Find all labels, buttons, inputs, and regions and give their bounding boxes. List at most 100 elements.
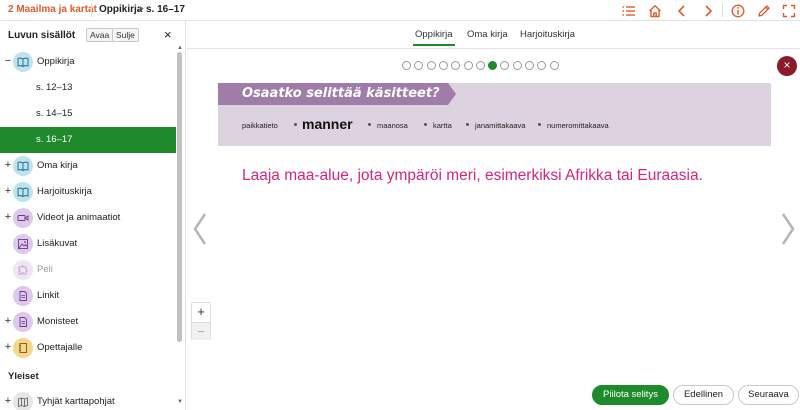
word-separator — [538, 123, 541, 126]
concept-word[interactable]: numeromittakaava — [547, 121, 609, 130]
concept-word[interactable]: kartta — [433, 121, 452, 130]
book-icon — [13, 182, 33, 202]
concept-word[interactable]: maanosa — [377, 121, 408, 130]
previous-button[interactable]: Edellinen — [673, 385, 734, 405]
sidebar-item-opettajalle[interactable]: + Opettajalle — [0, 335, 176, 361]
puzzle-icon — [13, 260, 33, 280]
zoom-out-button[interactable]: − — [192, 322, 210, 340]
sidebar-item-label: Peli — [37, 264, 53, 275]
document-icon — [13, 286, 33, 306]
page-dot[interactable] — [512, 61, 522, 70]
document-icon — [13, 312, 33, 332]
sidebar: Luvun sisällöt Avaa Sulje × − Oppikirja … — [0, 21, 186, 410]
zoom-in-button[interactable]: + — [192, 303, 210, 321]
sidebar-item-page-14-15[interactable]: s. 14–15 — [0, 101, 176, 127]
sidebar-item-oppikirja[interactable]: − Oppikirja — [0, 49, 176, 75]
breadcrumb-page: s. 16–17 — [146, 4, 185, 15]
page-dot[interactable] — [549, 61, 559, 70]
expand-all-button[interactable]: Avaa — [86, 28, 114, 42]
collapse-all-button[interactable]: Sulje — [112, 28, 139, 42]
tab-oppikirja[interactable]: Oppikirja — [413, 29, 454, 46]
scroll-down-arrow[interactable]: ▼ — [177, 399, 183, 405]
expand-toggle[interactable]: + — [3, 159, 13, 171]
page-dot[interactable] — [475, 61, 485, 70]
card-title: Osaatko selittää käsitteet? — [218, 83, 456, 105]
sidebar-item-label: Oppikirja — [37, 56, 75, 67]
page-dot[interactable] — [525, 61, 534, 70]
video-icon — [13, 208, 33, 228]
list-icon[interactable] — [620, 2, 638, 19]
concept-word-highlighted[interactable]: manner — [302, 116, 353, 132]
word-separator — [466, 123, 469, 126]
chevron-right-icon[interactable] — [699, 2, 717, 19]
breadcrumb-book[interactable]: Oppikirja — [99, 4, 142, 15]
hide-explanation-button[interactable]: Piilota selitys — [592, 385, 669, 405]
sidebar-item-harjoituskirja[interactable]: + Harjoituskirja — [0, 179, 176, 205]
page-dot[interactable] — [438, 61, 448, 70]
binder-icon — [13, 338, 33, 358]
breadcrumb-chapter[interactable]: 2 Maailma ja kartat — [8, 4, 97, 15]
sidebar-item-page-16-17[interactable]: s. 16–17 — [0, 127, 176, 153]
pen-icon[interactable] — [755, 2, 773, 19]
toolbar-divider — [722, 3, 723, 17]
word-separator — [368, 123, 371, 126]
sidebar-item-oma-kirja[interactable]: + Oma kirja — [0, 153, 176, 179]
expand-toggle[interactable]: + — [3, 395, 13, 407]
sidebar-item-label: Videot ja animaatiot — [37, 212, 121, 223]
sidebar-item-page-12-13[interactable]: s. 12–13 — [0, 75, 176, 101]
expand-toggle[interactable]: + — [3, 315, 13, 327]
sidebar-item-videot[interactable]: + Videot ja animaatiot — [0, 205, 176, 231]
expand-toggle[interactable]: + — [3, 341, 13, 353]
scroll-up-arrow[interactable]: ▲ — [177, 45, 183, 51]
sidebar-item-label: s. 12–13 — [36, 82, 73, 93]
sidebar-item-label: Lisäkuvat — [37, 238, 78, 249]
sidebar-scrollbar[interactable] — [177, 52, 182, 342]
sidebar-item-monisteet[interactable]: + Monisteet — [0, 309, 176, 335]
page-dot[interactable] — [500, 61, 510, 70]
page-dot[interactable] — [402, 61, 411, 70]
next-arrow-icon[interactable] — [780, 212, 796, 246]
sidebar-item-label: s. 14–15 — [36, 108, 73, 119]
collapse-toggle[interactable]: − — [3, 55, 13, 67]
fullscreen-icon[interactable] — [780, 2, 798, 19]
expand-toggle[interactable]: + — [3, 185, 13, 197]
map-icon — [13, 392, 33, 410]
sidebar-item-lisakuvat[interactable]: Lisäkuvat — [0, 231, 176, 257]
expand-toggle[interactable]: + — [3, 211, 13, 223]
page-dot[interactable] — [426, 61, 436, 70]
tab-harjoituskirja[interactable]: Harjoituskirja — [520, 29, 575, 40]
sidebar-item-linkit[interactable]: Linkit — [0, 283, 176, 309]
close-overlay-button[interactable]: × — [777, 56, 797, 76]
home-icon[interactable] — [646, 2, 664, 19]
sidebar-item-label: s. 16–17 — [36, 134, 73, 145]
image-icon — [13, 234, 33, 254]
concept-word[interactable]: paikkatieto — [242, 121, 278, 130]
sidebar-item-label: Oma kirja — [37, 160, 78, 171]
book-icon — [13, 52, 33, 72]
sidebar-item-peli: Peli — [0, 257, 176, 283]
page-dot[interactable] — [451, 61, 461, 70]
chevron-left-icon[interactable] — [673, 2, 691, 19]
page-dot[interactable] — [537, 61, 547, 70]
info-icon[interactable] — [729, 2, 747, 19]
sidebar-item-label: Opettajalle — [37, 342, 83, 353]
page-dot-current[interactable] — [488, 61, 498, 70]
page-dot[interactable] — [414, 61, 424, 70]
word-separator — [424, 123, 427, 126]
definition-text: Laaja maa-alue, jota ympäröi meri, esime… — [242, 167, 703, 184]
zoom-control: + − — [191, 302, 211, 340]
word-separator — [294, 123, 297, 126]
close-sidebar-icon[interactable]: × — [164, 27, 172, 42]
previous-arrow-icon[interactable] — [192, 212, 208, 246]
tab-oma-kirja[interactable]: Oma kirja — [467, 29, 508, 40]
next-button[interactable]: Seuraava — [738, 385, 799, 405]
concept-word[interactable]: janamittakaava — [475, 121, 525, 130]
content-tabs: Oppikirja Oma kirja Harjoituskirja — [187, 21, 800, 49]
sidebar-title: Luvun sisällöt — [8, 30, 76, 41]
sidebar-item-tyhjat-karttapohjat[interactable]: + Tyhjät karttapohjat — [0, 389, 176, 410]
sidebar-section-title: Yleiset — [8, 371, 39, 382]
sidebar-item-label: Monisteet — [37, 316, 79, 327]
sidebar-item-label: Tyhjät karttapohjat — [37, 396, 115, 407]
page-dot[interactable] — [463, 61, 473, 70]
sidebar-item-label: Harjoituskirja — [37, 186, 92, 197]
